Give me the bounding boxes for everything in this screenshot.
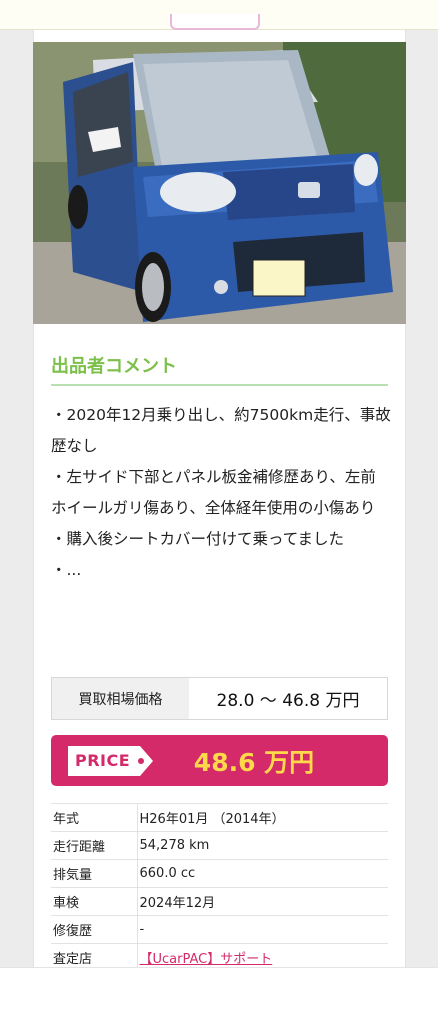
bottom-overlay [0, 967, 438, 1024]
tag-hole [138, 757, 144, 764]
table-row: 排気量 660.0 cc [51, 859, 388, 888]
spec-value: 660.0 cc [139, 866, 196, 881]
table-row: 走行距離 54,278 km [51, 831, 388, 860]
comment-line: ・左サイド下部とパネル板金補修歴あり、左前ホイールガリ傷あり、全体経年使用の小傷… [51, 468, 376, 517]
spec-key: 年式 [51, 803, 138, 832]
spec-key: 修復歴 [51, 915, 138, 944]
market-price-label: 買取相場価格 [52, 678, 189, 719]
table-row: 修復歴 - [51, 915, 388, 944]
market-price-box: 買取相場価格 28.0 〜 46.8 万円 [51, 677, 388, 720]
market-price-value: 28.0 〜 46.8 万円 [216, 691, 360, 711]
spec-key: 排気量 [51, 859, 138, 888]
header-button-edge[interactable] [170, 14, 260, 30]
table-row: 年式 H26年01月 （2014年） [51, 803, 388, 832]
top-header-strip [0, 0, 438, 30]
spec-key: 車検 [51, 887, 138, 916]
spec-value: - [139, 922, 145, 937]
spec-value: H26年01月 （2014年） [139, 812, 285, 827]
car-illustration [33, 42, 406, 324]
assessment-shop-link[interactable]: 【UcarPAC】サポート [140, 952, 273, 967]
price-bar: PRICE 48.6 万円 [51, 735, 388, 786]
price-badge-label: PRICE [75, 751, 131, 770]
spec-key: 走行距離 [51, 831, 138, 860]
spec-table: 年式 H26年01月 （2014年） 走行距離 54,278 km 排気量 66… [51, 803, 388, 972]
car-photo[interactable] [33, 42, 406, 324]
comment-line: ・購入後シートカバー付けて乗ってました [51, 530, 344, 548]
section-divider [51, 384, 388, 386]
spec-value: 54,278 km [139, 838, 210, 853]
price-value: 48.6 万円 [193, 747, 315, 777]
price-tag-icon: PRICE [68, 745, 153, 776]
comment-section-title: 出品者コメント [51, 356, 177, 377]
comment-line: ・... [51, 561, 82, 579]
seller-comment: ・2020年12月乗り出し、約7500km走行、事故歴なし ・左サイド下部とパネ… [51, 400, 391, 586]
spec-value: 2024年12月 [139, 896, 216, 911]
table-row: 車検 2024年12月 [51, 887, 388, 916]
comment-line: ・2020年12月乗り出し、約7500km走行、事故歴なし [51, 406, 391, 455]
